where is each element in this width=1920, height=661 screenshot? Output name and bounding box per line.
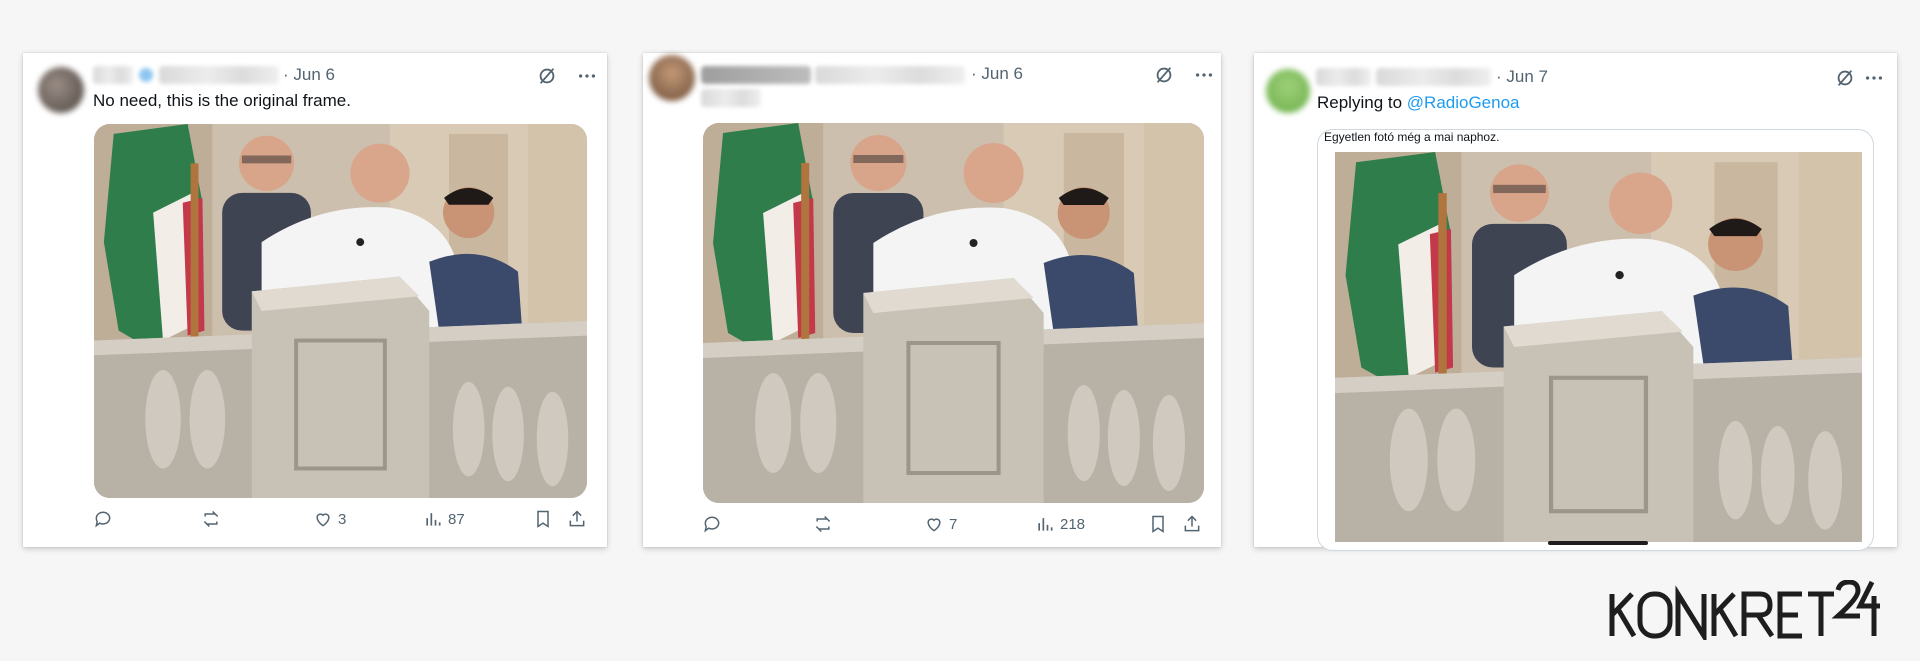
like-button[interactable]: 3	[313, 509, 346, 529]
brand-name: KONKRET24	[1880, 580, 1881, 581]
like-count: 7	[949, 515, 958, 533]
reply-icon	[704, 516, 720, 533]
author-handle-blurred[interactable]	[815, 66, 965, 84]
author-handle-blurred[interactable]	[159, 66, 279, 84]
video-progress-bar[interactable]	[1548, 541, 1648, 545]
share-button[interactable]	[567, 509, 587, 529]
tweet-text-blurred	[701, 89, 761, 107]
like-count: 3	[338, 510, 347, 528]
author-name-blurred[interactable]	[93, 66, 133, 84]
photo-image	[703, 123, 1204, 503]
repost-button[interactable]	[813, 514, 838, 534]
grok-icon[interactable]	[536, 65, 558, 87]
more-icon[interactable]	[1193, 64, 1215, 86]
reply-button[interactable]	[93, 509, 118, 529]
brand-logo: KONKRET24	[1608, 579, 1881, 645]
tweet-card-1: · Jun 6 No need, this is the original fr…	[23, 53, 607, 547]
replying-handle-link[interactable]: @RadioGenoa	[1407, 93, 1520, 112]
tweet-photo[interactable]	[703, 123, 1204, 503]
tweet-date[interactable]: · Jun 6	[971, 64, 1023, 84]
author-name-blurred[interactable]	[1316, 68, 1371, 86]
tweet-card-3: · Jun 7 Replying to @RadioGenoa Egyetlen…	[1254, 53, 1897, 551]
tweet-photo[interactable]	[94, 124, 587, 498]
bookmark-icon	[537, 510, 549, 528]
like-icon	[927, 518, 941, 532]
share-icon	[569, 510, 585, 527]
views-icon	[1038, 518, 1053, 531]
photo-image	[94, 124, 587, 498]
repost-icon	[815, 515, 831, 533]
grok-icon[interactable]	[1834, 67, 1856, 89]
bookmark-icon	[1152, 515, 1164, 533]
grok-icon[interactable]	[1153, 64, 1175, 86]
photo-image	[1335, 152, 1862, 542]
views-count: 87	[448, 510, 465, 528]
more-icon[interactable]	[1863, 67, 1885, 89]
replying-to: Replying to @RadioGenoa	[1317, 93, 1520, 113]
like-icon	[316, 513, 330, 527]
more-icon[interactable]	[576, 65, 598, 87]
avatar[interactable]	[38, 67, 84, 113]
reply-icon	[95, 511, 111, 528]
quoted-image-box[interactable]: Egyetlen fotó még a mai naphoz.	[1317, 129, 1874, 551]
bookmark-button[interactable]	[1148, 514, 1168, 534]
quoted-caption: Egyetlen fotó még a mai naphoz.	[1324, 130, 1500, 144]
author-handle-blurred[interactable]	[1376, 68, 1491, 86]
avatar[interactable]	[1266, 69, 1310, 113]
bookmark-button[interactable]	[533, 509, 553, 529]
tweet-card-2: · Jun 6 7 218	[643, 53, 1221, 547]
author-name-blurred[interactable]	[701, 66, 811, 84]
repost-button[interactable]	[201, 509, 226, 529]
reply-button[interactable]	[702, 514, 727, 534]
views-button[interactable]: 87	[423, 509, 465, 529]
tweet-photo[interactable]	[1335, 152, 1862, 542]
avatar[interactable]	[649, 55, 695, 101]
tweet-date[interactable]: · Jun 6	[283, 65, 335, 85]
views-icon	[426, 513, 441, 526]
replying-prefix: Replying to	[1317, 93, 1407, 112]
tweet-text: No need, this is the original frame.	[93, 91, 351, 110]
views-button[interactable]: 218	[1035, 514, 1085, 534]
share-icon	[1184, 515, 1200, 532]
tweet-date[interactable]: · Jun 7	[1496, 67, 1548, 87]
views-count: 218	[1060, 515, 1086, 533]
like-button[interactable]: 7	[924, 514, 957, 534]
repost-icon	[203, 510, 219, 528]
verified-badge-icon	[139, 68, 153, 82]
share-button[interactable]	[1182, 514, 1202, 534]
